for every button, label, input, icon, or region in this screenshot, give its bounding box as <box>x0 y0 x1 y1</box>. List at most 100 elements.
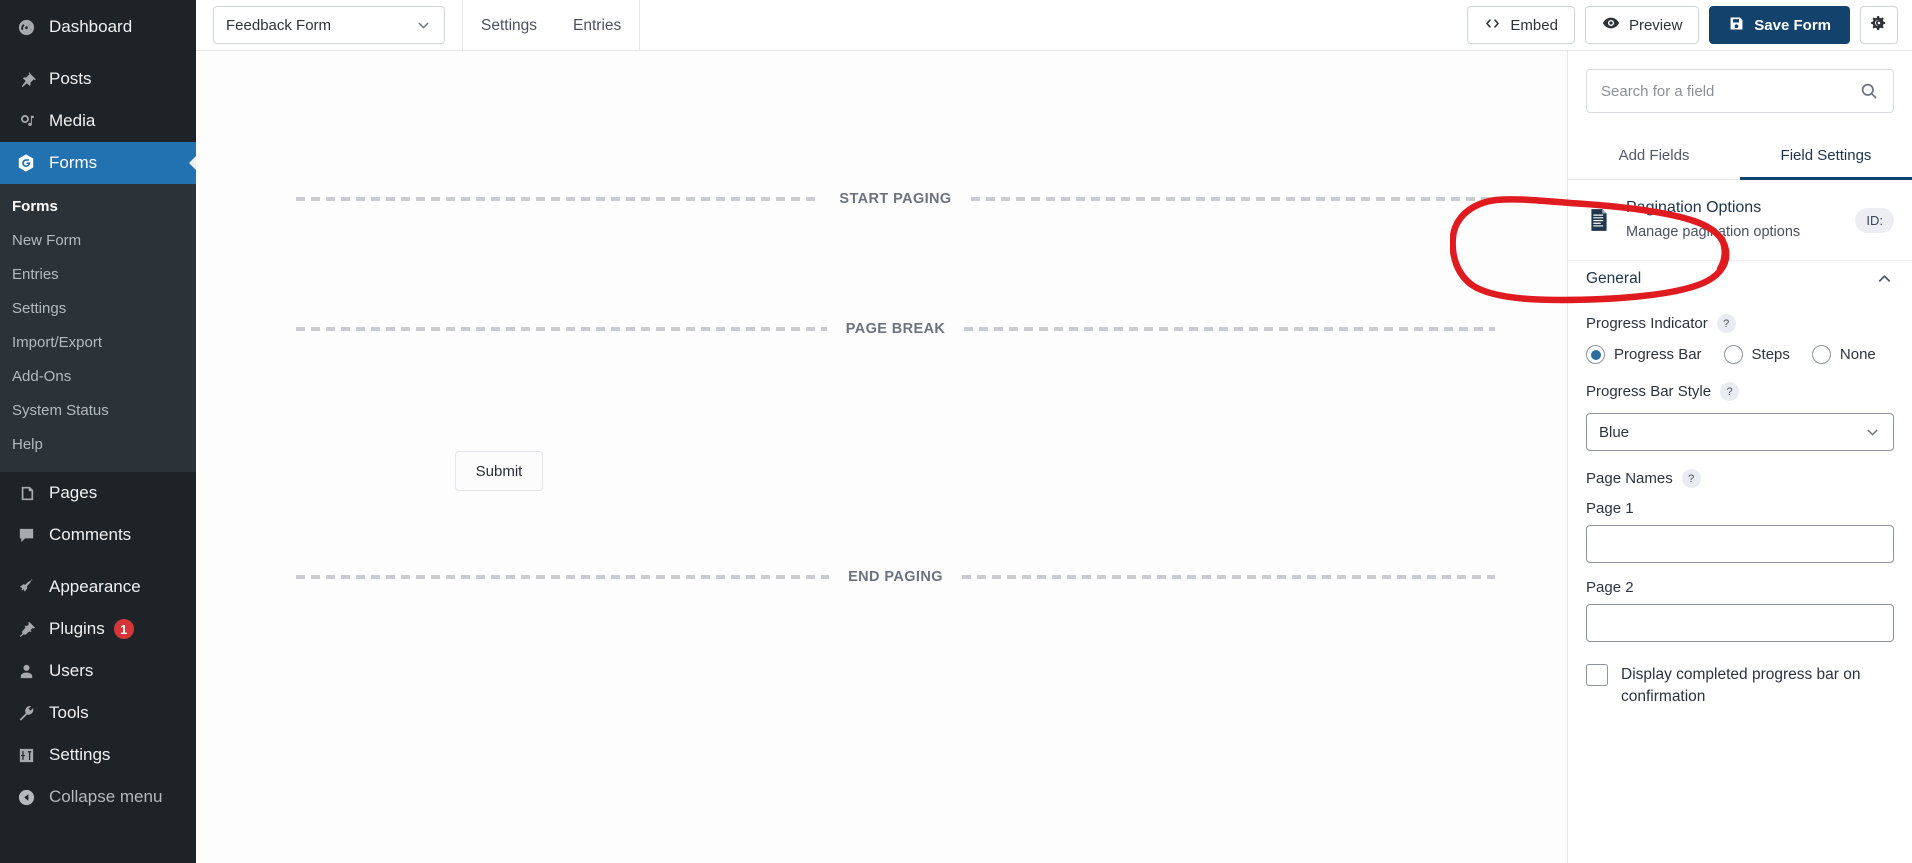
sidebar-item-label: Users <box>49 661 94 680</box>
media-icon <box>12 112 40 131</box>
chevron-up-icon[interactable] <box>1875 269 1894 288</box>
sidebar-item-settings[interactable]: Settings <box>0 734 196 776</box>
plugins-update-badge: 1 <box>113 619 134 639</box>
radio-none[interactable]: None <box>1811 345 1876 364</box>
dashed-line <box>296 197 821 201</box>
field-id-badge: ID: <box>1855 207 1894 233</box>
eye-icon <box>1602 14 1620 36</box>
sidebar-item-posts[interactable]: Posts <box>0 58 196 100</box>
submenu-item-help[interactable]: Help <box>0 428 196 462</box>
form-selector-label: Feedback Form <box>226 16 332 34</box>
sidebar-item-pages[interactable]: Pages <box>0 472 196 514</box>
progress-indicator-options: Progress Bar Steps None <box>1586 345 1894 364</box>
progress-bar-style-field: Progress Bar Style ? Blue <box>1586 382 1894 451</box>
submenu-item-import-export[interactable]: Import/Export <box>0 326 196 360</box>
progress-bar-style-select[interactable]: Blue <box>1586 413 1894 451</box>
submenu-item-entries[interactable]: Entries <box>0 258 196 292</box>
sidebar-item-dashboard[interactable]: Dashboard <box>0 6 196 48</box>
admin-app: Dashboard Posts Media Forms Forms New Fo… <box>0 0 1912 863</box>
save-form-button[interactable]: Save Form <box>1709 6 1850 44</box>
radio-steps[interactable]: Steps <box>1723 345 1790 364</box>
sidebar-item-label: Posts <box>49 69 92 88</box>
forms-icon <box>12 153 40 173</box>
page-names-field: Page Names ? Page 1 Page 2 <box>1586 469 1894 642</box>
confirmation-checkbox-row[interactable]: Display completed progress bar on confir… <box>1586 664 1894 708</box>
toolbar-tabs: Settings Entries <box>463 0 639 51</box>
form-editor-toolbar: Feedback Form Settings Entries Embed Pre… <box>196 0 1912 51</box>
comments-icon <box>12 526 40 545</box>
tab-field-settings[interactable]: Field Settings <box>1740 135 1912 180</box>
sidebar-item-appearance[interactable]: Appearance <box>0 566 196 608</box>
sliders-icon <box>12 746 40 765</box>
page-2-input[interactable] <box>1586 604 1894 642</box>
tab-settings[interactable]: Settings <box>463 0 555 51</box>
submit-button-label: Submit <box>475 462 523 480</box>
dashed-line <box>964 327 1496 331</box>
wp-admin-sidebar: Dashboard Posts Media Forms Forms New Fo… <box>0 0 196 863</box>
collapse-arrow-icon <box>12 788 40 807</box>
section-general-header[interactable]: General <box>1568 260 1912 296</box>
sidebar-item-comments[interactable]: Comments <box>0 514 196 556</box>
page-2-label: Page 2 <box>1586 579 1634 596</box>
help-icon[interactable]: ? <box>1681 469 1701 488</box>
page-break-divider[interactable]: PAGE BREAK <box>296 321 1496 337</box>
chevron-down-icon <box>415 17 432 34</box>
start-paging-label: START PAGING <box>839 191 952 207</box>
sidebar-item-plugins[interactable]: Plugins 1 <box>0 608 196 650</box>
confirmation-checkbox-label: Display completed progress bar on confir… <box>1621 666 1861 705</box>
submenu-item-forms[interactable]: Forms <box>0 190 196 224</box>
sidebar-item-label: Pages <box>49 483 98 502</box>
progress-bar-style-label-row: Progress Bar Style ? <box>1586 382 1894 401</box>
start-paging-divider[interactable]: START PAGING <box>296 191 1495 207</box>
submit-button[interactable]: Submit <box>455 451 543 491</box>
search-icon[interactable] <box>1859 81 1879 101</box>
field-search-wrap <box>1568 51 1912 113</box>
dashed-line <box>970 197 1495 201</box>
page-names-label: Page Names <box>1586 470 1673 487</box>
radio-dot-icon <box>1723 345 1743 364</box>
tab-entries[interactable]: Entries <box>555 0 639 51</box>
embed-button[interactable]: Embed <box>1467 6 1575 44</box>
section-general-body: Progress Indicator ? Progress Bar Steps <box>1568 296 1912 728</box>
sidebar-item-label: Media <box>49 111 96 130</box>
toolbar-divider <box>639 0 641 51</box>
sidebar-item-label: Dashboard <box>49 17 133 36</box>
sidebar-item-users[interactable]: Users <box>0 650 196 692</box>
submenu-item-add-ons[interactable]: Add-Ons <box>0 360 196 394</box>
submenu-item-new-form[interactable]: New Form <box>0 224 196 258</box>
pages-icon <box>12 484 40 503</box>
form-settings-button[interactable] <box>1860 6 1898 44</box>
progress-bar-style-label: Progress Bar Style <box>1586 383 1712 400</box>
tab-add-fields[interactable]: Add Fields <box>1568 135 1740 180</box>
help-icon[interactable]: ? <box>1720 382 1740 401</box>
preview-button[interactable]: Preview <box>1584 6 1700 44</box>
save-form-label: Save Form <box>1754 16 1831 34</box>
field-header: Pagination Options Manage pagination opt… <box>1568 180 1912 260</box>
confirmation-checkbox[interactable] <box>1586 664 1608 686</box>
sidebar-item-label: Settings <box>49 745 111 764</box>
radio-progress-bar[interactable]: Progress Bar <box>1586 345 1702 364</box>
sidebar-item-media[interactable]: Media <box>0 100 196 142</box>
end-paging-divider[interactable]: END PAGING <box>296 569 1495 585</box>
field-subtitle: Manage pagination options <box>1626 224 1801 240</box>
submenu-item-system-status[interactable]: System Status <box>0 394 196 428</box>
forms-submenu: Forms New Form Entries Settings Import/E… <box>0 184 196 472</box>
plug-icon <box>12 620 40 639</box>
radio-progress-bar-label: Progress Bar <box>1614 346 1702 363</box>
submenu-item-settings[interactable]: Settings <box>0 292 196 326</box>
sidebar-item-label: Forms <box>49 153 98 172</box>
progress-indicator-field: Progress Indicator ? Progress Bar Steps <box>1586 314 1894 364</box>
sidebar-item-tools[interactable]: Tools <box>0 692 196 734</box>
help-icon[interactable]: ? <box>1716 314 1736 333</box>
wrench-icon <box>12 704 40 723</box>
collapse-menu-button[interactable]: Collapse menu <box>0 776 196 818</box>
floppy-disk-icon <box>1728 15 1745 36</box>
search-input[interactable] <box>1601 82 1859 100</box>
field-search-box[interactable] <box>1586 69 1894 113</box>
dashboard-icon <box>12 18 40 37</box>
sidebar-item-label: Plugins <box>49 619 105 638</box>
sidebar-separator <box>0 556 196 566</box>
sidebar-item-forms[interactable]: Forms <box>0 142 196 184</box>
form-selector[interactable]: Feedback Form <box>213 6 445 44</box>
page-1-input[interactable] <box>1586 525 1894 563</box>
